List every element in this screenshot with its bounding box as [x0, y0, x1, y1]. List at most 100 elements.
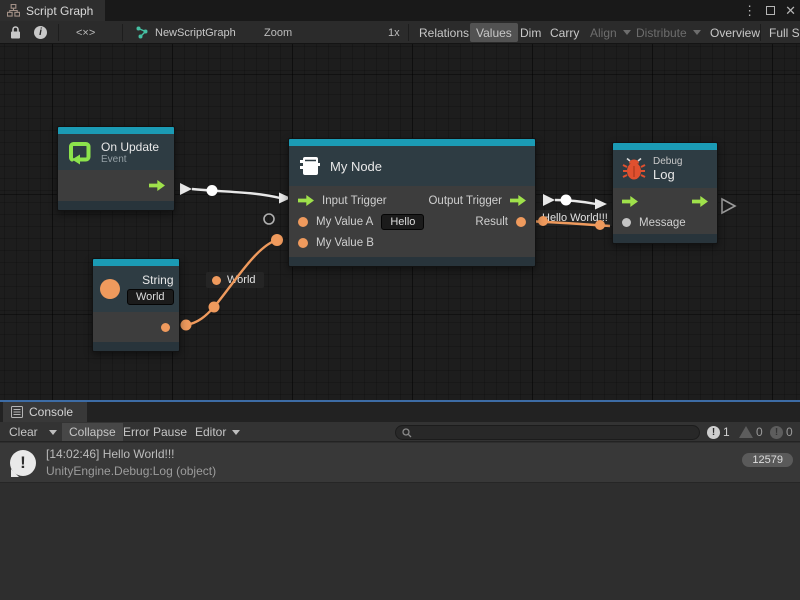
error-pause-button[interactable]: Error Pause	[116, 423, 194, 441]
tab-script-graph[interactable]: Script Graph	[0, 0, 105, 21]
wire-onupdate-to-mynode[interactable]	[192, 189, 280, 198]
wire-start-triangle	[543, 194, 555, 206]
node-subtitle: Debug	[653, 156, 682, 167]
node-on-update[interactable]: On Update Event	[57, 126, 175, 211]
string-output-port[interactable]	[161, 323, 170, 332]
my-value-b-port[interactable]	[298, 238, 308, 248]
string-type-icon	[100, 279, 120, 299]
error-count-toggle[interactable]: ! 0	[765, 423, 798, 441]
clear-label: Clear	[9, 425, 38, 439]
code-icon: <×>	[76, 27, 95, 39]
collapse-label: Collapse	[69, 425, 116, 439]
log-bang-glyph: !	[20, 453, 26, 473]
carry-label: Carry	[550, 26, 579, 40]
wire-value-dot	[181, 320, 192, 331]
bug-icon	[622, 157, 646, 181]
toolbar-separator	[58, 24, 59, 41]
info-button[interactable]: i	[28, 23, 53, 42]
node-accent-bar	[93, 259, 179, 266]
chevron-down-icon	[49, 430, 57, 435]
overview-label: Overview	[710, 26, 760, 40]
message-port[interactable]	[622, 218, 631, 227]
wire-value-dot	[209, 302, 220, 313]
zoom-value: 1x	[388, 27, 400, 39]
relations-button[interactable]: Relations	[413, 23, 475, 42]
warning-icon	[739, 426, 753, 438]
console-toolbar: Clear Collapse Error Pause Editor ! 1 0	[0, 422, 800, 442]
values-label: Values	[476, 26, 512, 40]
wire-mynode-to-debuglog[interactable]	[555, 200, 596, 204]
tab-console[interactable]: Console	[3, 402, 87, 422]
port-label: Output Trigger	[428, 195, 502, 207]
editor-dropdown-button[interactable]: Editor	[188, 423, 247, 441]
dim-button[interactable]: Dim	[514, 23, 547, 42]
wire-value-dot	[271, 234, 283, 246]
warning-count: 0	[756, 425, 763, 439]
window-controls: ⋮ ✕	[743, 0, 796, 21]
output-trigger-port[interactable]	[692, 196, 708, 207]
collapse-count-badge: 12579	[742, 453, 793, 467]
port-label: My Value B	[316, 237, 374, 249]
window-tab-bar: Script Graph ⋮ ✕	[0, 0, 800, 21]
wire-value-label-hello-world: Hello World!!!	[536, 210, 614, 226]
align-label: Align	[590, 26, 617, 40]
port-label: Result	[475, 216, 508, 228]
node-debug-log[interactable]: Debug Log Message	[612, 142, 718, 244]
info-log-icon: !	[707, 426, 720, 439]
script-graph-tab-icon	[7, 4, 20, 17]
string-value-input[interactable]: World	[127, 289, 174, 305]
graph-toolbar: i <×> NewScriptGraph Zoom 1x Relations V…	[0, 21, 800, 44]
tab-script-graph-label: Script Graph	[26, 4, 93, 18]
lock-button[interactable]	[4, 23, 27, 42]
empty-flow-triangle	[722, 199, 735, 213]
distribute-button[interactable]: Distribute	[630, 23, 707, 42]
log-message-line: [14:02:46] Hello World!!!	[46, 447, 175, 461]
values-button[interactable]: Values	[470, 23, 518, 42]
wire-value-label-world: World	[206, 272, 264, 288]
clear-dropdown-button[interactable]	[42, 423, 64, 441]
console-panel: Console Clear Collapse Error Pause Edito…	[0, 400, 800, 600]
window-close-icon[interactable]: ✕	[785, 3, 796, 19]
error-icon: !	[770, 426, 783, 439]
info-count-toggle[interactable]: ! 1	[702, 423, 735, 441]
carry-button[interactable]: Carry	[544, 23, 585, 42]
node-accent-bar	[613, 143, 717, 150]
graph-asset-icon	[136, 26, 149, 39]
chevron-down-icon	[232, 430, 240, 435]
node-footer	[289, 257, 535, 266]
log-info-bubble-icon: !	[10, 450, 36, 476]
window-menu-icon[interactable]: ⋮	[743, 3, 756, 19]
error-pause-label: Error Pause	[123, 425, 187, 439]
search-icon	[402, 428, 412, 438]
edit-code-button[interactable]: <×>	[70, 23, 101, 42]
wire-value-world-text: World	[227, 274, 256, 286]
overview-button[interactable]: Overview	[704, 23, 766, 42]
window-maximize-icon[interactable]	[766, 6, 775, 15]
output-trigger-port[interactable]	[510, 195, 526, 206]
editor-label: Editor	[195, 425, 226, 439]
warning-count-toggle[interactable]: 0	[734, 423, 768, 441]
dim-label: Dim	[520, 26, 541, 40]
port-label: Input Trigger	[322, 195, 387, 207]
fullscreen-button[interactable]: Full Screen	[763, 23, 800, 42]
node-string[interactable]: String World	[92, 258, 180, 352]
wire-arrowhead	[595, 199, 607, 210]
input-trigger-port[interactable]	[298, 195, 314, 206]
graph-asset-button[interactable]: NewScriptGraph	[130, 23, 242, 42]
align-button[interactable]: Align	[584, 23, 637, 42]
my-value-a-port[interactable]	[298, 217, 308, 227]
node-title: My Node	[330, 159, 382, 174]
toolbar-separator	[408, 24, 409, 41]
node-my-node[interactable]: My Node Input Trigger Output Trigger My …	[288, 138, 536, 267]
output-trigger-port[interactable]	[149, 180, 165, 191]
result-port[interactable]	[516, 217, 526, 227]
collapse-button[interactable]: Collapse	[62, 423, 123, 441]
input-trigger-port[interactable]	[622, 196, 638, 207]
toolbar-separator	[760, 24, 761, 41]
console-search-field[interactable]	[395, 425, 700, 440]
node-footer	[613, 234, 717, 243]
my-value-a-input[interactable]: Hello	[381, 214, 424, 230]
clear-button[interactable]: Clear	[2, 423, 45, 441]
graph-canvas[interactable]: World Hello World!!!	[0, 44, 800, 400]
console-log-entry[interactable]: ! [14:02:46] Hello World!!! UnityEngine.…	[0, 443, 800, 483]
